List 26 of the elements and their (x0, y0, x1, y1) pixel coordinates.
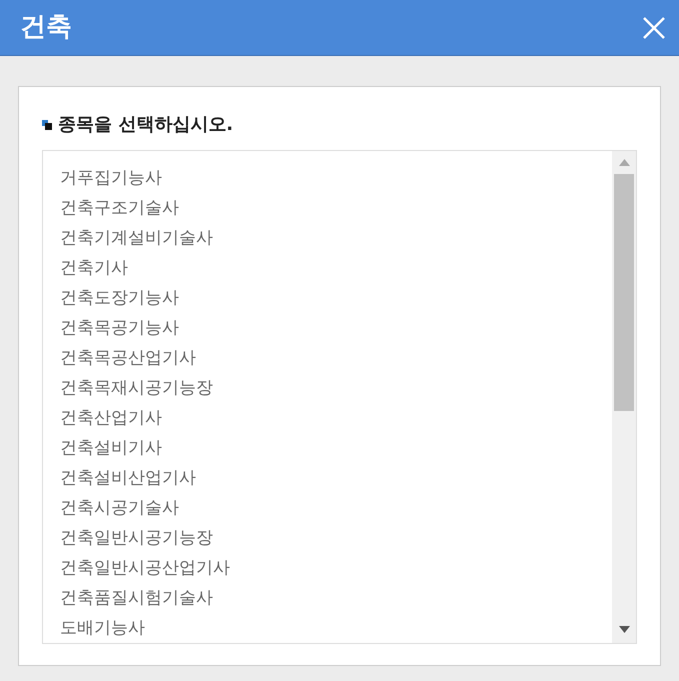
close-icon (643, 16, 665, 38)
list-item[interactable]: 건축품질시험기술사 (60, 583, 612, 613)
list-item[interactable]: 건축기계설비기술사 (60, 223, 612, 253)
list-item[interactable]: 건축일반시공산업기사 (60, 553, 612, 583)
list-item[interactable]: 건축산업기사 (60, 403, 612, 433)
prompt-text: 종목을 선택하십시오. (58, 113, 234, 137)
list-item[interactable]: 건축목공기능사 (60, 313, 612, 343)
list-item[interactable]: 건축시공기술사 (60, 493, 612, 523)
scrollbar[interactable] (612, 151, 636, 643)
list-item[interactable]: 도배기능사 (60, 613, 612, 643)
scroll-up-icon[interactable] (618, 159, 630, 166)
list-item[interactable]: 건축도장기능사 (60, 283, 612, 313)
window-title: 건축 (20, 11, 72, 44)
bullet-icon (42, 120, 52, 130)
scroll-thumb[interactable] (614, 174, 634, 411)
listbox[interactable]: 거푸집기능사 건축구조기술사 건축기계설비기술사 건축기사 건축도장기능사 건축목공기능사 건축목공산업기사 건축목재시공기능장 건축산업기사 건축설비기사 건축설비산업기사 건축시공기술사 건축일반시공기능장 건축일반시공산업기사 건축품질시험기술사 도배기능사 (42, 150, 637, 644)
list-item[interactable]: 건축설비산업기사 (60, 463, 612, 493)
scroll-down-icon[interactable] (618, 626, 630, 633)
list-item[interactable]: 건축일반시공기능장 (60, 523, 612, 553)
list-item[interactable]: 건축설비기사 (60, 433, 612, 463)
close-button[interactable] (641, 14, 667, 40)
list-item[interactable]: 건축목공산업기사 (60, 343, 612, 373)
list-item[interactable]: 거푸집기능사 (60, 163, 612, 193)
list-item[interactable]: 건축목재시공기능장 (60, 373, 612, 403)
list-item[interactable]: 건축기사 (60, 253, 612, 283)
list-item[interactable]: 건축구조기술사 (60, 193, 612, 223)
